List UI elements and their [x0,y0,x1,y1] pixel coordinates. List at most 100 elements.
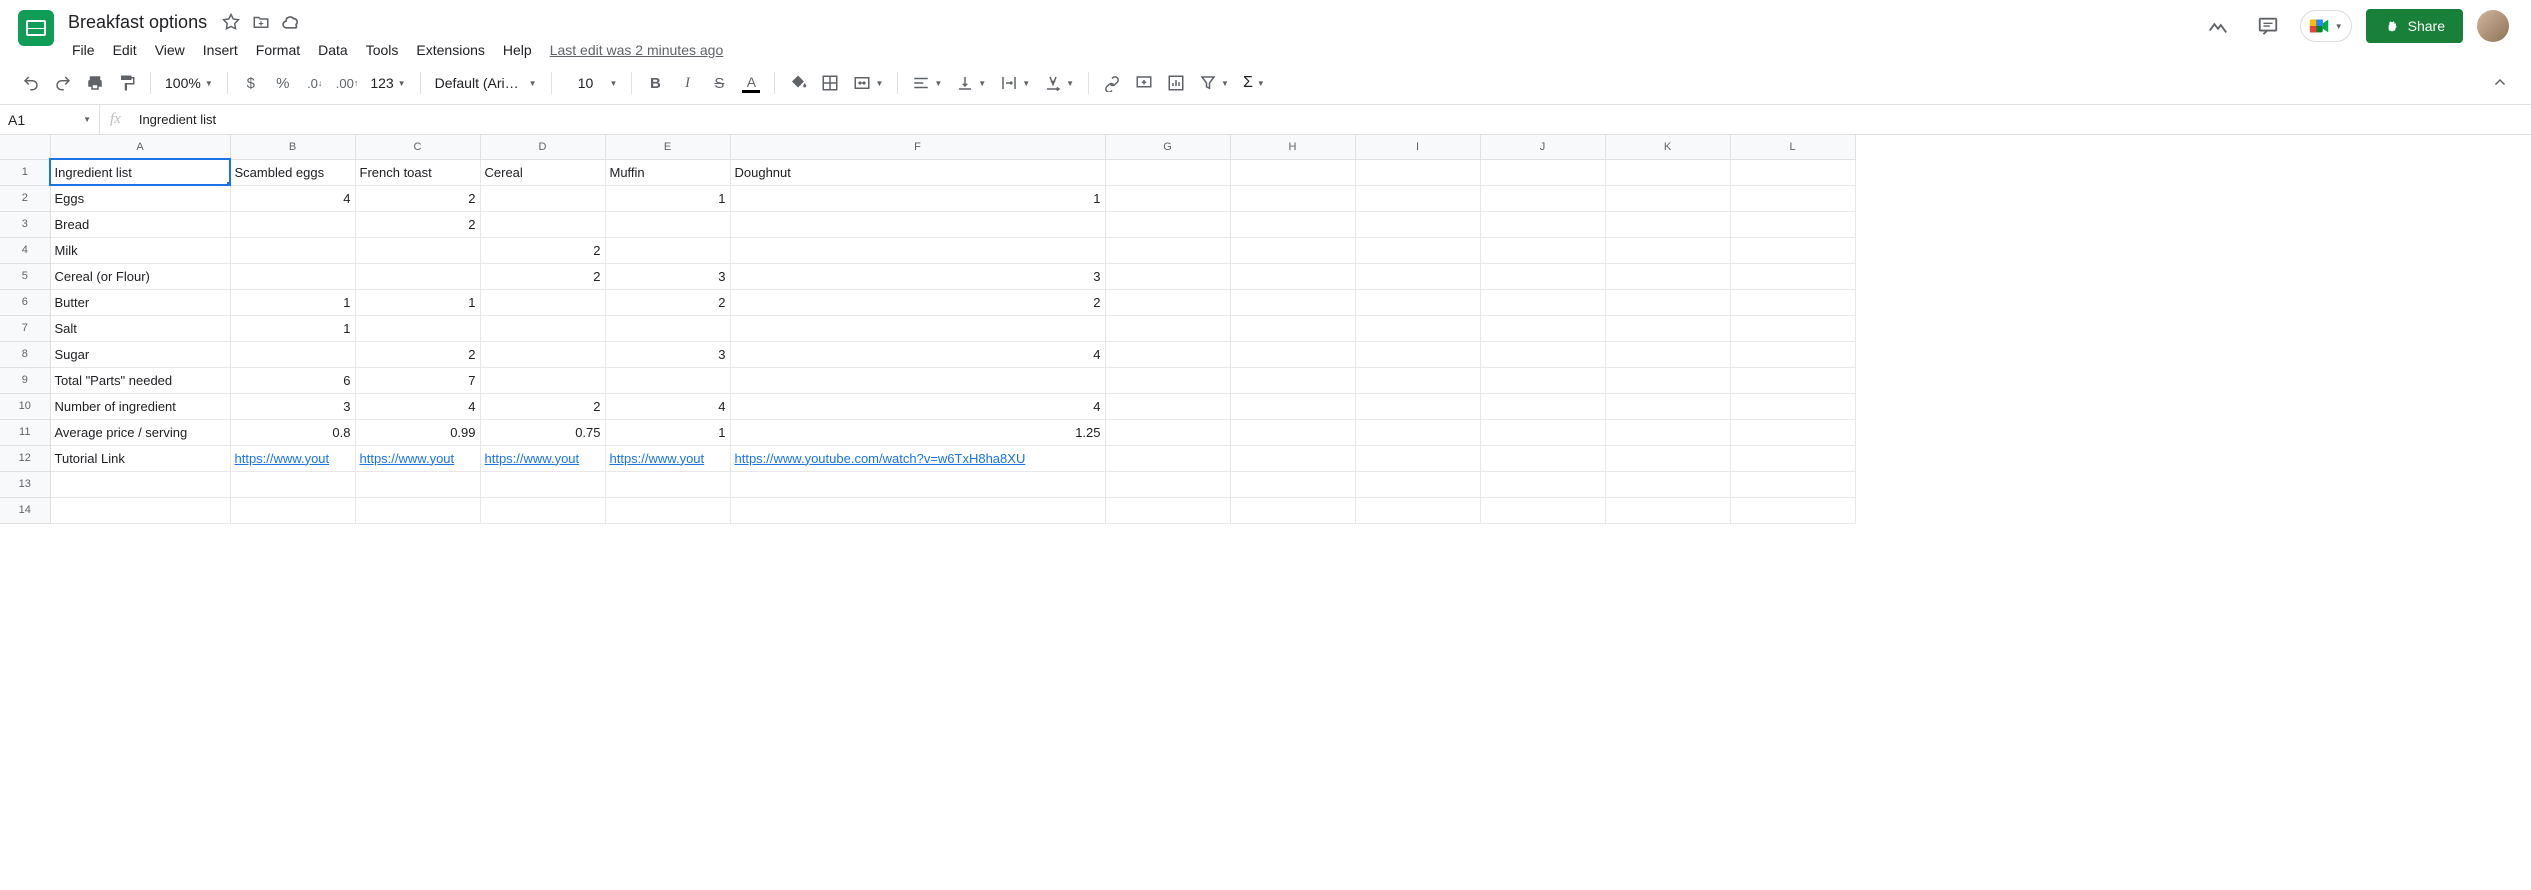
increase-decimal-button[interactable]: .00↑ [332,68,363,98]
cell[interactable] [1105,393,1230,419]
menu-insert[interactable]: Insert [195,38,246,62]
cell[interactable] [1355,419,1480,445]
undo-button[interactable] [16,68,46,98]
cell[interactable]: https://www.yout [480,445,605,471]
text-rotation-dropdown[interactable]: ▼ [1038,68,1080,98]
move-icon[interactable] [251,12,271,32]
cell[interactable]: Muffin [605,159,730,185]
insert-comment-button[interactable] [1129,68,1159,98]
cell[interactable] [1605,263,1730,289]
menu-edit[interactable]: Edit [105,38,145,62]
functions-dropdown[interactable]: Σ▼ [1237,68,1271,98]
format-percent-button[interactable]: % [268,68,298,98]
row-header[interactable]: 4 [0,237,50,263]
cell[interactable] [1605,393,1730,419]
row-header[interactable]: 13 [0,471,50,497]
row-header[interactable]: 14 [0,497,50,523]
cell[interactable] [480,185,605,211]
font-family-dropdown[interactable]: Default (Ari…▼ [429,68,543,98]
cell[interactable]: 3 [730,263,1105,289]
cell[interactable]: 4 [730,393,1105,419]
cell[interactable] [1230,367,1355,393]
cell[interactable] [605,315,730,341]
cell[interactable] [480,497,605,523]
row-header[interactable]: 10 [0,393,50,419]
cell[interactable] [1230,185,1355,211]
cell[interactable] [1605,159,1730,185]
column-header[interactable]: L [1730,135,1855,159]
column-header[interactable]: C [355,135,480,159]
column-header[interactable]: D [480,135,605,159]
cell[interactable] [355,471,480,497]
cell[interactable] [730,315,1105,341]
column-header[interactable]: E [605,135,730,159]
cell[interactable] [1355,445,1480,471]
cell[interactable] [480,471,605,497]
cell[interactable]: Cereal (or Flour) [50,263,230,289]
cell[interactable] [480,367,605,393]
cell[interactable]: 2 [355,341,480,367]
cell[interactable] [480,315,605,341]
formula-input[interactable]: Ingredient list [131,112,2531,127]
cell[interactable] [605,211,730,237]
cell[interactable] [1355,367,1480,393]
name-box[interactable]: A1 ▼ [0,105,100,134]
cell[interactable] [1605,211,1730,237]
cell[interactable]: 2 [480,237,605,263]
cell[interactable] [480,211,605,237]
row-header[interactable]: 8 [0,341,50,367]
cell[interactable]: 1 [605,185,730,211]
cell[interactable] [1355,263,1480,289]
cell[interactable] [1605,497,1730,523]
cell[interactable] [1355,289,1480,315]
cell[interactable] [1480,315,1605,341]
cell[interactable]: 2 [355,211,480,237]
cell[interactable] [1105,341,1230,367]
cell[interactable] [1105,471,1230,497]
cell[interactable] [355,263,480,289]
comments-icon[interactable] [2250,8,2286,44]
activity-icon[interactable] [2200,8,2236,44]
cell[interactable] [50,497,230,523]
cell[interactable] [1480,289,1605,315]
paint-format-button[interactable] [112,68,142,98]
cell[interactable] [1480,497,1605,523]
cell[interactable] [1230,471,1355,497]
cell[interactable] [230,471,355,497]
cell[interactable] [1605,315,1730,341]
cell[interactable] [1480,341,1605,367]
cell[interactable] [1730,263,1855,289]
share-button[interactable]: Share [2366,9,2463,43]
italic-button[interactable]: I [672,68,702,98]
cell[interactable] [1355,211,1480,237]
cell[interactable] [1480,211,1605,237]
cell[interactable]: Sugar [50,341,230,367]
row-header[interactable]: 1 [0,159,50,185]
cell[interactable]: 1 [355,289,480,315]
column-header[interactable]: H [1230,135,1355,159]
cell[interactable] [1480,445,1605,471]
cell[interactable] [1230,393,1355,419]
cell[interactable]: Tutorial Link [50,445,230,471]
star-icon[interactable] [221,12,241,32]
cell[interactable]: Scambled eggs [230,159,355,185]
row-header[interactable]: 12 [0,445,50,471]
cell[interactable] [605,367,730,393]
cell[interactable] [1230,497,1355,523]
cell[interactable]: https://www.yout [605,445,730,471]
cell[interactable] [1480,393,1605,419]
menu-file[interactable]: File [64,38,103,62]
column-header[interactable]: I [1355,135,1480,159]
cell[interactable] [1230,211,1355,237]
cell[interactable] [730,237,1105,263]
column-header[interactable]: G [1105,135,1230,159]
cell[interactable]: 1 [730,185,1105,211]
cell[interactable] [355,315,480,341]
cell[interactable]: 0.75 [480,419,605,445]
cell[interactable] [605,471,730,497]
cell[interactable]: 2 [480,393,605,419]
cell[interactable]: 2 [355,185,480,211]
cell[interactable] [1230,263,1355,289]
redo-button[interactable] [48,68,78,98]
cell[interactable] [355,237,480,263]
